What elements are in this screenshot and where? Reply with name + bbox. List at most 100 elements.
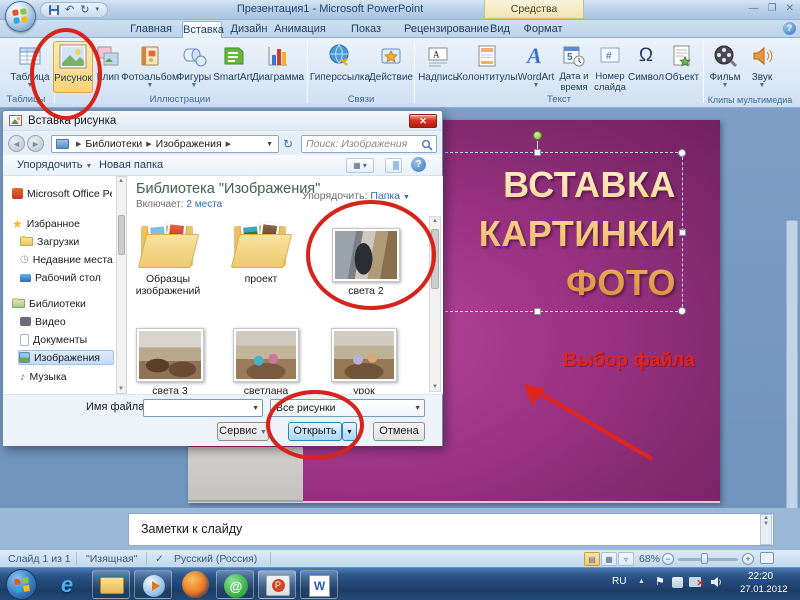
zoom-slider[interactable] xyxy=(678,558,738,561)
tab-review[interactable]: Рецензирование xyxy=(404,21,482,38)
notes-scrollbar[interactable]: ▲▼ xyxy=(760,514,772,545)
fit-to-window-icon[interactable] xyxy=(760,552,774,564)
media-player-taskbar-button[interactable] xyxy=(134,570,172,599)
file-item-svetlana[interactable]: светлана xyxy=(230,328,302,397)
save-icon[interactable] xyxy=(49,5,59,15)
resize-handle-top[interactable] xyxy=(534,149,541,156)
sound-button[interactable]: Звук ▼ xyxy=(746,41,778,93)
address-dropdown-icon[interactable]: ▼ xyxy=(266,141,273,148)
notes-panel[interactable]: Заметки к слайду xyxy=(128,513,774,546)
tab-animation[interactable]: Анимация xyxy=(272,21,328,38)
sidebar-item-downloads[interactable]: Загрузки xyxy=(20,234,114,249)
tray-updates-icon[interactable] xyxy=(672,577,683,588)
sidebar-item-music[interactable]: ♪ Музыка xyxy=(20,369,114,384)
theme-name[interactable]: "Изящная" xyxy=(86,552,137,566)
tools-button[interactable]: Сервис ▼ xyxy=(217,422,269,441)
dialog-close-icon[interactable]: ✕ xyxy=(409,114,437,128)
action-button[interactable]: Действие xyxy=(370,41,412,93)
header-footer-button[interactable]: Колонтитулы xyxy=(459,41,515,93)
zoom-level[interactable]: 68% xyxy=(639,552,660,566)
wordart-button[interactable]: A WordArt ▼ xyxy=(516,41,556,93)
forward-icon[interactable]: ► xyxy=(27,135,44,152)
textbox-button[interactable]: A Надпись xyxy=(417,41,459,93)
shapes-button[interactable]: Фигуры ▼ xyxy=(176,41,212,93)
file-item-samples[interactable]: Образцы изображений xyxy=(128,221,208,297)
minimize-icon[interactable]: — xyxy=(749,3,759,14)
language-indicator[interactable]: Русский (Россия) xyxy=(174,552,257,566)
resize-handle-top-right[interactable] xyxy=(678,149,686,157)
breadcrumb-pictures[interactable]: Изображения xyxy=(156,138,222,150)
help-icon[interactable]: ? xyxy=(783,22,796,35)
tab-slideshow[interactable]: Показ слайдов xyxy=(330,21,402,38)
sidebar-item-desktop[interactable]: Рабочий стол xyxy=(20,270,114,285)
sidebar-item-pictures[interactable]: Изображения xyxy=(18,350,114,365)
slide-sorter-icon[interactable]: ▦ xyxy=(601,552,617,566)
refresh-icon[interactable]: ↻ xyxy=(283,137,293,151)
sidebar-item-msoffice[interactable]: Microsoft Office Pe xyxy=(12,186,112,201)
organize-button[interactable]: Упорядочить ▼ xyxy=(17,159,92,171)
new-folder-button[interactable]: Новая папка xyxy=(99,159,163,171)
tab-design[interactable]: Дизайн xyxy=(226,21,272,38)
arrange-by[interactable]: Упорядочить: Папка ▼ xyxy=(302,190,410,202)
sidebar-scrollbar[interactable]: ▲ ▼ xyxy=(116,176,127,394)
clock-date[interactable]: 27.01.2012 xyxy=(740,584,788,595)
clock-time[interactable]: 22:20 xyxy=(748,571,773,582)
tab-format[interactable]: Формат xyxy=(518,21,568,38)
slide-title-text[interactable]: ВСТАВКА КАРТИНКИ ФОТО xyxy=(448,160,676,307)
spellcheck-icon[interactable]: ✓ xyxy=(155,552,164,566)
search-input[interactable] xyxy=(306,137,418,151)
back-icon[interactable]: ◄ xyxy=(8,135,25,152)
views-button[interactable]: ▦ ▾ xyxy=(346,158,374,173)
powerpoint-taskbar-button[interactable]: P xyxy=(258,570,296,599)
start-button[interactable] xyxy=(6,569,37,600)
resize-handle-right[interactable] xyxy=(679,229,686,236)
undo-icon[interactable]: ↶ xyxy=(65,3,74,17)
object-button[interactable]: Объект xyxy=(663,41,701,93)
zoom-out-icon[interactable]: − xyxy=(662,553,674,565)
file-name-field[interactable] xyxy=(147,401,248,415)
tab-insert[interactable]: Вставка xyxy=(182,21,222,38)
smartart-button[interactable]: SmartArt xyxy=(212,41,254,93)
file-item-project[interactable]: проект xyxy=(226,221,296,285)
cancel-button[interactable]: Отмена xyxy=(373,422,425,441)
dialog-help-icon[interactable]: ? xyxy=(411,157,426,172)
close-icon[interactable]: ✕ xyxy=(786,3,794,14)
internet-explorer-icon[interactable]: e xyxy=(52,571,82,598)
breadcrumb-libraries[interactable]: Библиотеки xyxy=(85,138,142,150)
resize-handle-bottom[interactable] xyxy=(534,308,541,315)
explorer-taskbar-button[interactable] xyxy=(92,570,130,599)
hyperlink-button[interactable]: Гиперссылка xyxy=(311,41,369,93)
tab-view[interactable]: Вид xyxy=(484,21,516,38)
file-item-sveta3[interactable]: света 3 xyxy=(132,328,208,397)
slideshow-view-icon[interactable]: ▿ xyxy=(618,552,634,566)
quick-access-toolbar[interactable]: ↶ ↻ ▾ xyxy=(40,2,108,18)
zoom-in-icon[interactable]: + xyxy=(742,553,754,565)
sidebar-item-favorites[interactable]: ★ Избранное xyxy=(12,216,112,231)
resize-handle-bottom-right[interactable] xyxy=(678,307,686,315)
network-icon[interactable]: ✕ xyxy=(689,577,701,587)
action-center-flag-icon[interactable]: ⚑ xyxy=(655,575,665,588)
customize-qat-icon[interactable]: ▾ xyxy=(95,3,99,17)
symbol-button[interactable]: Ω Символ xyxy=(628,41,664,93)
word-taskbar-button[interactable]: W xyxy=(300,570,338,599)
sidebar-item-video[interactable]: Видео xyxy=(20,314,114,329)
file-item-urok[interactable]: урок xyxy=(328,328,400,397)
includes-link[interactable]: 2 места xyxy=(186,199,222,210)
mail-agent-taskbar-button[interactable]: @ xyxy=(216,570,254,599)
movie-button[interactable]: Фильм ▼ xyxy=(707,41,743,93)
restore-icon[interactable]: ❐ xyxy=(768,3,777,14)
slide-number-button[interactable]: # Номер слайда xyxy=(592,41,628,93)
sidebar-item-libraries[interactable]: Библиотеки xyxy=(12,296,112,311)
zoom-slider-thumb[interactable] xyxy=(701,553,708,564)
office-button[interactable] xyxy=(5,1,36,32)
tab-home[interactable]: Главная xyxy=(122,21,180,38)
firefox-icon[interactable] xyxy=(182,571,209,598)
date-time-button[interactable]: 5 Дата и время xyxy=(556,41,592,93)
chart-button[interactable]: Диаграмма xyxy=(252,41,304,93)
breadcrumb[interactable]: ▶ Библиотеки ▶ Изображения ▶ ▼ xyxy=(51,135,279,153)
redo-icon[interactable]: ↻ xyxy=(80,3,89,17)
sidebar-item-recent[interactable]: ◷ Недавние места xyxy=(20,252,114,267)
photo-album-button[interactable]: Фотоальбом ▼ xyxy=(122,41,178,93)
file-name-input[interactable]: ▼ xyxy=(143,399,263,417)
search-box[interactable] xyxy=(301,135,437,153)
